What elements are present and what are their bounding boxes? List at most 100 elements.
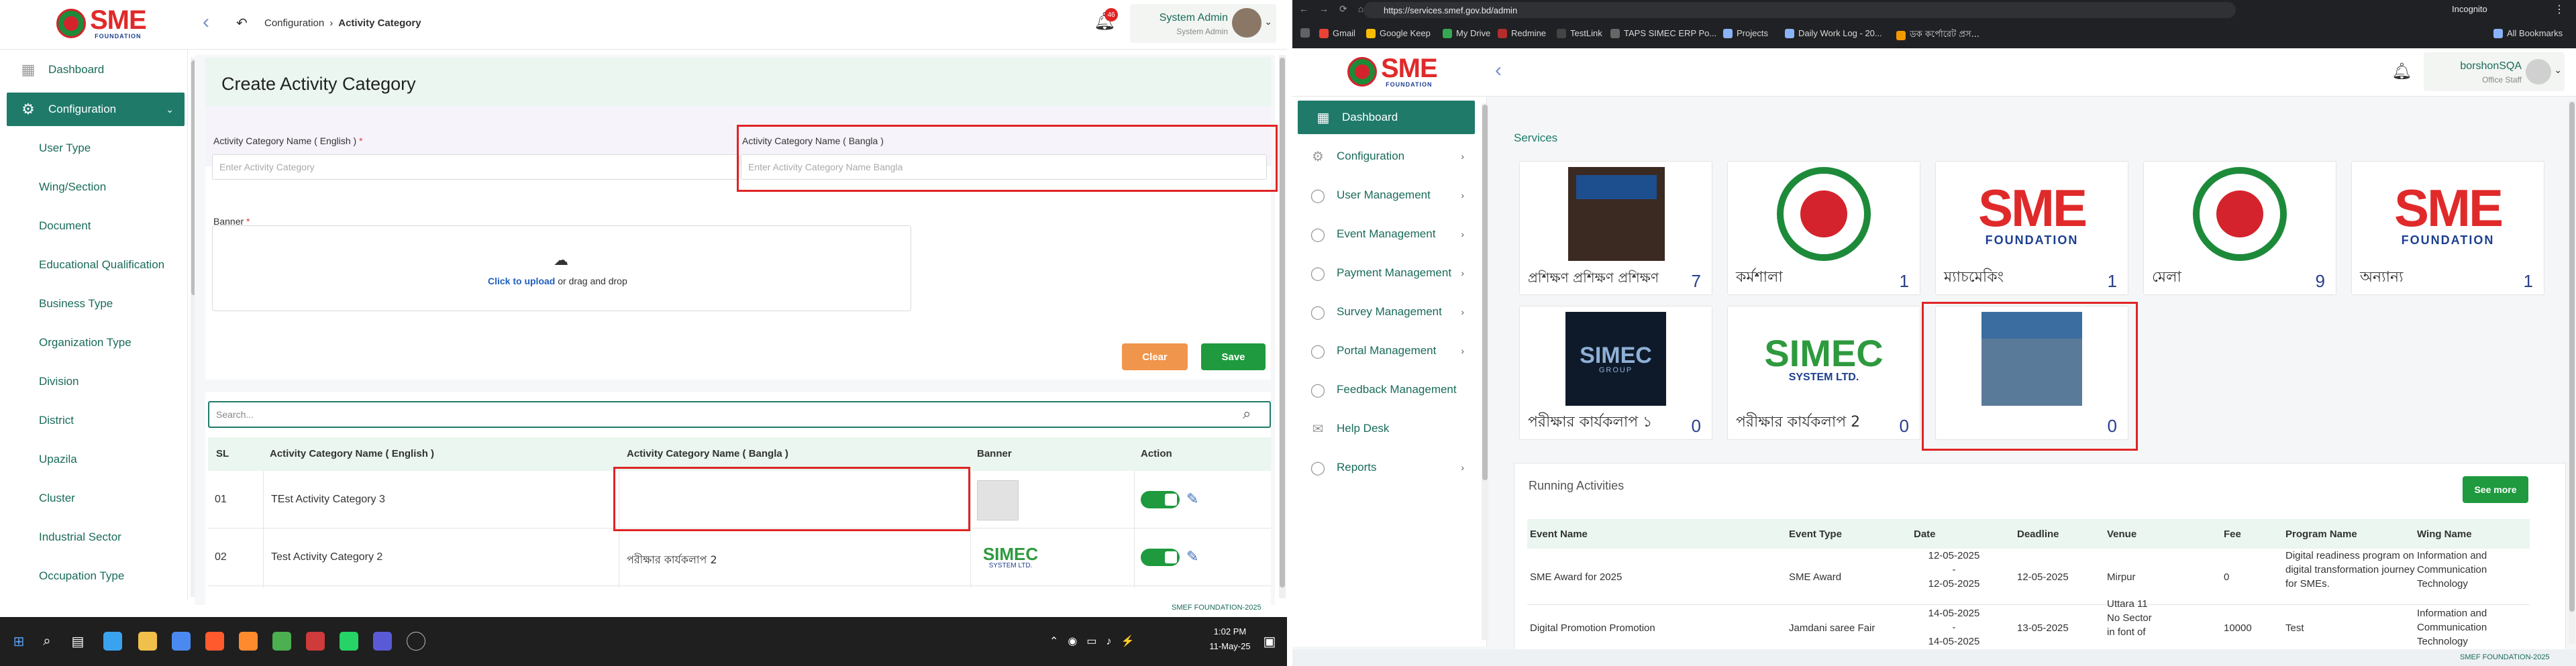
- sidebar-item-dashboard[interactable]: ▦ Dashboard: [1298, 101, 1475, 134]
- service-card[interactable]: SIMEC GROUP পরীক্ষার কার্যকলাপ ১ 0: [1519, 306, 1712, 440]
- sidebar-sub-user-type[interactable]: User Type: [39, 142, 91, 155]
- payment-icon: ◯: [1310, 266, 1326, 281]
- sidebar-item-feedback-management[interactable]: ◯ Feedback Management: [1292, 373, 1475, 406]
- bookmark-gmail[interactable]: Gmail: [1319, 28, 1355, 38]
- bookmark-taps[interactable]: TAPS SIMEC ERP Po...: [1610, 28, 1716, 38]
- firefox-icon[interactable]: [239, 632, 258, 651]
- name-en-input[interactable]: Enter Activity Category: [212, 154, 739, 180]
- service-card[interactable]: SME FOUNDATION ম্যাচমেকিং 1: [1935, 161, 2128, 295]
- windows-start-icon[interactable]: ⊞: [9, 632, 28, 651]
- cell-name-bn: পরীক্ষার কার্যকলাপ 2: [627, 553, 717, 566]
- sidebar-sub-wing-section[interactable]: Wing/Section: [39, 180, 106, 194]
- sidebar-sub-upazila[interactable]: Upazila: [39, 453, 77, 466]
- service-count: 0: [1899, 416, 1909, 436]
- chevron-left-icon[interactable]: ‹: [203, 11, 209, 34]
- bookmark-item[interactable]: [1300, 28, 1310, 38]
- smef-logo[interactable]: SME FOUNDATION: [56, 7, 147, 40]
- sidebar-item-payment-management[interactable]: ◯ Payment Management ›: [1292, 256, 1475, 290]
- content-scrollbar[interactable]: [2569, 101, 2575, 644]
- th-name-en: Activity Category Name ( English ): [270, 448, 435, 459]
- edit-icon[interactable]: ✎: [1186, 491, 1202, 507]
- all-bookmarks[interactable]: All Bookmarks: [2493, 28, 2563, 38]
- sidebar-item-event-management[interactable]: ◯ Event Management ›: [1292, 217, 1475, 251]
- sidebar-item-dashboard[interactable]: ▦ Dashboard: [7, 53, 185, 87]
- service-count: 7: [1691, 271, 1701, 291]
- task-view-icon[interactable]: ▤: [68, 632, 87, 651]
- service-card[interactable]: মেলা 9: [2143, 161, 2336, 295]
- incognito-label[interactable]: Incognito: [2452, 4, 2487, 14]
- sidebar-item-user-management[interactable]: ◯ User Management ›: [1292, 178, 1475, 212]
- copilot-icon[interactable]: [103, 632, 122, 651]
- chrome-icon[interactable]: [272, 632, 291, 651]
- sidebar-sub-division[interactable]: Division: [39, 375, 79, 388]
- sidebar-item-reports[interactable]: ◯ Reports ›: [1292, 451, 1475, 484]
- scroll-thumb[interactable]: [2569, 102, 2575, 612]
- address-bar[interactable]: https://services.smef.gov.bd/admin: [1363, 2, 2236, 18]
- bookmark-keep[interactable]: Google Keep: [1366, 28, 1431, 38]
- app-icon[interactable]: [407, 632, 425, 651]
- clock-date[interactable]: 11-May-25: [1206, 641, 1253, 651]
- sidebar-sub-district[interactable]: District: [39, 414, 74, 427]
- sidebar-item-help-desk[interactable]: ✉ Help Desk: [1292, 412, 1475, 445]
- store-icon[interactable]: [172, 632, 191, 651]
- system-tray-icons[interactable]: ⌃◉▭♪⚡: [1049, 634, 1143, 648]
- sidebar-sub-document[interactable]: Document: [39, 219, 91, 233]
- search-input[interactable]: Search...: [208, 401, 1271, 428]
- service-card[interactable]: SME FOUNDATION অন্যান্য 1: [2351, 161, 2544, 295]
- banner-dropzone[interactable]: ☁ Click to upload or drag and drop: [212, 225, 911, 311]
- sidebar-sub-business-type[interactable]: Business Type: [39, 297, 113, 311]
- bookmark-testlink[interactable]: TestLink: [1557, 28, 1602, 38]
- sidebar-sub-educational-qualification[interactable]: Educational Qualification: [39, 258, 164, 272]
- user-menu[interactable]: borshonSQA Office Staff ⌄: [2424, 52, 2565, 91]
- save-button[interactable]: Save: [1201, 343, 1266, 370]
- edit-icon[interactable]: ✎: [1186, 549, 1202, 565]
- click-to-upload-link[interactable]: Click to upload: [488, 276, 555, 286]
- sidebar-item-configuration[interactable]: ⚙ Configuration ⌄: [7, 93, 185, 126]
- brave-icon[interactable]: [205, 632, 224, 651]
- content-scrollbar[interactable]: [1279, 55, 1286, 598]
- chevron-right-icon: ›: [1461, 229, 1464, 239]
- bookmark-bangla[interactable]: ডক কর্পোরেট প্রস...: [1896, 28, 1979, 42]
- bookmark-drive[interactable]: My Drive: [1443, 28, 1490, 38]
- sidebar-sub-cluster[interactable]: Cluster: [39, 492, 75, 505]
- sidebar-item-configuration[interactable]: ⚙ Configuration ›: [1292, 140, 1475, 173]
- teams-icon[interactable]: [373, 632, 392, 651]
- sidebar-sub-organization-type[interactable]: Organization Type: [39, 336, 132, 349]
- bookmark-projects[interactable]: Projects: [1723, 28, 1768, 38]
- back-icon[interactable]: ↶: [236, 15, 248, 32]
- service-card[interactable]: SIMEC SYSTEM LTD. পরীক্ষার কার্যকলাপ 2 0: [1727, 306, 1920, 440]
- service-card[interactable]: প্রশিক্ষণ প্রশিক্ষণ প্রশিক্ষণ 7: [1519, 161, 1712, 295]
- sidebar-item-survey-management[interactable]: ◯ Survey Management ›: [1292, 295, 1475, 329]
- status-toggle[interactable]: [1141, 491, 1180, 508]
- smef-logo[interactable]: SME FOUNDATION: [1347, 55, 1438, 88]
- see-more-button[interactable]: See more: [2463, 476, 2528, 503]
- sidebar-scrollbar[interactable]: [1482, 103, 1488, 640]
- clock-time[interactable]: 1:02 PM: [1206, 626, 1253, 636]
- cell-event-name: Digital Promotion Promotion: [1530, 622, 1655, 634]
- search-icon[interactable]: ⌕: [1243, 405, 1251, 423]
- sidebar-item-portal-management[interactable]: ◯ Portal Management ›: [1292, 334, 1475, 368]
- bookmark-worklog[interactable]: Daily Work Log - 20...: [1785, 28, 1882, 38]
- status-toggle[interactable]: [1141, 549, 1180, 566]
- bookmark-redmine[interactable]: Redmine: [1498, 28, 1546, 38]
- file-explorer-icon[interactable]: [138, 632, 157, 651]
- notification-center-icon[interactable]: ▣: [1260, 632, 1279, 651]
- avatar: [2526, 59, 2551, 85]
- sidebar-sub-industrial-sector[interactable]: Industrial Sector: [39, 531, 121, 544]
- search-icon[interactable]: ⌕: [38, 632, 56, 651]
- app-icon[interactable]: [306, 632, 325, 651]
- whatsapp-icon[interactable]: [340, 632, 358, 651]
- clear-button[interactable]: Clear: [1122, 343, 1188, 370]
- breadcrumb-configuration[interactable]: Configuration: [264, 17, 324, 29]
- scroll-thumb[interactable]: [1280, 58, 1285, 588]
- sidebar-sub-occupation-type[interactable]: Occupation Type: [39, 569, 124, 583]
- chevron-left-icon[interactable]: ‹: [1495, 59, 1502, 82]
- user-menu[interactable]: System Admin System Admin ⌄: [1130, 4, 1276, 43]
- scroll-thumb[interactable]: [1482, 105, 1488, 480]
- breadcrumb: Configuration › Activity Category: [264, 17, 421, 29]
- bell-icon[interactable]: 🔔︎: [2391, 62, 2412, 81]
- menu-icon[interactable]: ⋮: [2554, 3, 2565, 16]
- create-form-card: Create Activity Category: [205, 58, 1271, 380]
- service-card[interactable]: কর্মশালা 1: [1727, 161, 1920, 295]
- sidebar-item-label: Configuration: [48, 103, 117, 115]
